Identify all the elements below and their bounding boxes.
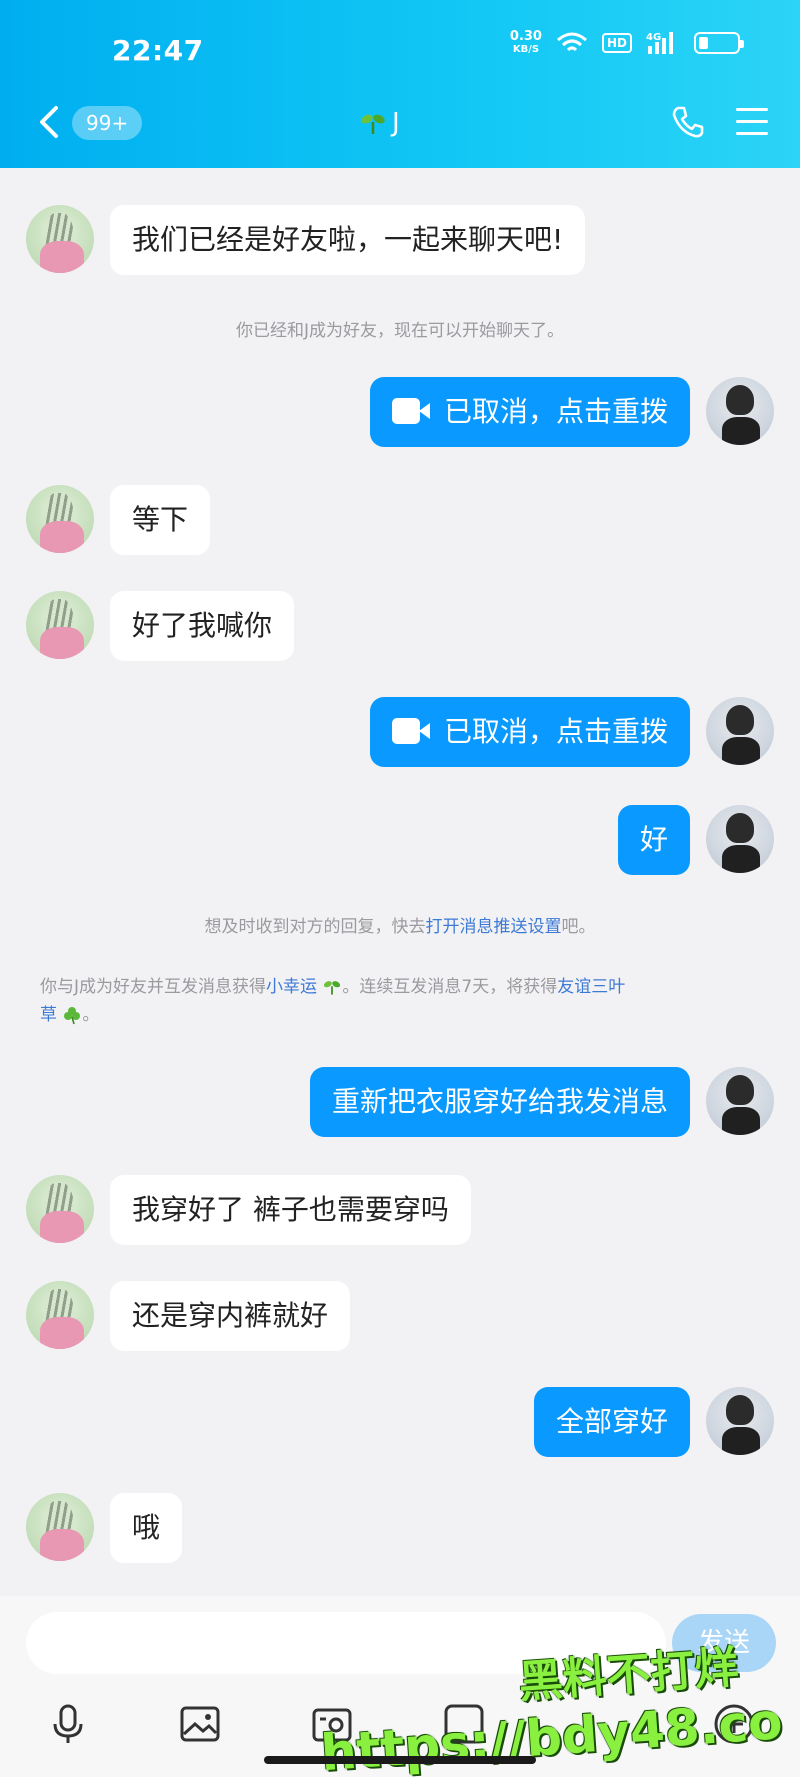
clover-link[interactable]: 友谊三叶: [557, 977, 625, 997]
avatar[interactable]: [26, 205, 94, 273]
message-row: 已取消，点击重拨: [369, 697, 774, 767]
avatar[interactable]: [26, 591, 94, 659]
system-notice: 想及时收到对方的回复，快去打开消息推送设置吧。: [204, 917, 596, 937]
phone-icon[interactable]: [670, 104, 706, 140]
message-bubble[interactable]: 我们已经是好友啦，一起来聊天吧!: [110, 205, 586, 275]
message-row: 已取消，点击重拨: [369, 377, 774, 447]
avatar[interactable]: [706, 377, 774, 445]
message-text: 已取消，点击重拨: [443, 715, 668, 748]
message-row: 好: [617, 805, 774, 875]
status-time: 22:47: [112, 34, 204, 67]
message-bubble[interactable]: 好了我喊你: [110, 591, 295, 661]
video-camera-icon: [391, 398, 430, 424]
video-camera-icon: [391, 718, 430, 744]
net-speed: 0.30 KB/S: [509, 29, 542, 55]
message-row: 我们已经是好友啦，一起来聊天吧!: [26, 205, 586, 275]
message-row: 哦: [26, 1493, 183, 1563]
message-bubble[interactable]: 我穿好了 裤子也需要穿吗: [110, 1175, 471, 1245]
hd-badge: HD: [601, 33, 632, 53]
signal-label: 4G: [646, 32, 661, 43]
battery-icon: [694, 32, 744, 54]
message-bubble[interactable]: 哦: [110, 1493, 183, 1563]
clover-link-cont[interactable]: 草: [40, 1005, 57, 1025]
image-icon[interactable]: [178, 1702, 222, 1746]
sprout-icon: [361, 114, 385, 134]
home-indicator[interactable]: [264, 1756, 536, 1764]
message-bubble[interactable]: 重新把衣服穿好给我发消息: [309, 1067, 690, 1137]
avatar[interactable]: [706, 1067, 774, 1135]
avatar[interactable]: [26, 1281, 94, 1349]
video-call-bubble[interactable]: 已取消，点击重拨: [369, 377, 690, 447]
menu-icon[interactable]: [736, 108, 768, 136]
message-bubble[interactable]: 等下: [110, 485, 211, 555]
avatar[interactable]: [706, 1387, 774, 1455]
wifi-icon: [557, 32, 587, 52]
mic-icon[interactable]: [46, 1702, 90, 1746]
system-notice: 你已经和J成为好友，现在可以开始聊天了。: [235, 321, 564, 341]
avatar[interactable]: [26, 485, 94, 553]
back-icon[interactable]: [34, 104, 64, 140]
avatar[interactable]: [706, 697, 774, 765]
message-bubble[interactable]: 还是穿内裤就好: [110, 1281, 351, 1351]
avatar[interactable]: [706, 805, 774, 873]
avatar[interactable]: [26, 1493, 94, 1561]
message-row: 全部穿好: [533, 1387, 774, 1457]
battery-level: [699, 37, 708, 49]
lucky-link[interactable]: 小幸运: [266, 977, 317, 997]
unread-badge[interactable]: 99+: [72, 106, 143, 140]
friendship-notice: 你与J成为好友并互发消息获得小幸运 。连续互发消息7天，将获得友谊三叶 草 。: [40, 977, 626, 1025]
avatar[interactable]: [26, 1175, 94, 1243]
status-icons: 0.30 KB/S HD 4G: [509, 29, 744, 56]
clover-icon: [64, 1007, 81, 1025]
sprout-icon: [324, 981, 341, 995]
message-row: 还是穿内裤就好: [26, 1281, 351, 1351]
push-settings-link[interactable]: 打开消息推送设置: [426, 917, 562, 937]
chat-title[interactable]: J: [360, 108, 400, 138]
message-text: 已取消，点击重拨: [443, 395, 668, 428]
message-bubble[interactable]: 好: [617, 805, 690, 875]
message-row: 好了我喊你: [26, 591, 295, 661]
message-row: 重新把衣服穿好给我发消息: [309, 1067, 774, 1137]
message-row: 等下: [26, 485, 211, 555]
signal-icon: 4G: [646, 32, 673, 54]
chat-title-text: J: [392, 108, 400, 138]
chat-header: 22:47 0.30 KB/S HD 4G 99+ J: [0, 0, 800, 168]
message-row: 我穿好了 裤子也需要穿吗: [26, 1175, 471, 1245]
video-call-bubble[interactable]: 已取消，点击重拨: [369, 697, 690, 767]
message-bubble[interactable]: 全部穿好: [533, 1387, 690, 1457]
